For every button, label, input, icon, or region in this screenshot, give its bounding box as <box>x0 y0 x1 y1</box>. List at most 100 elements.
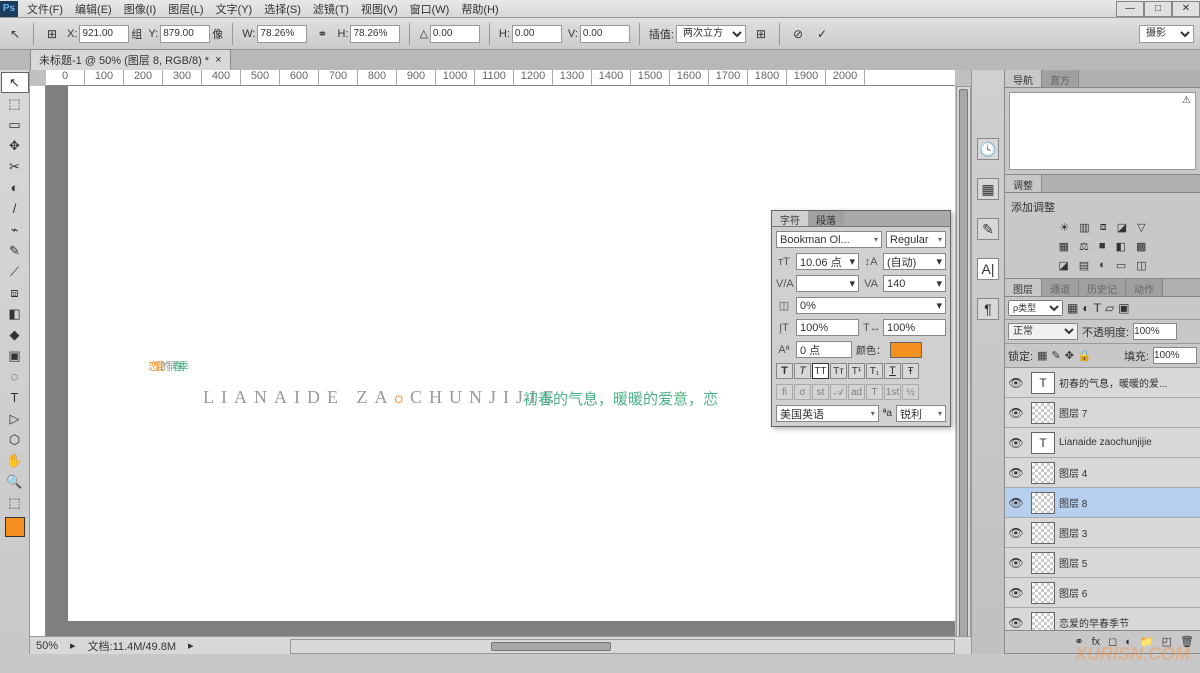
cancel-transform-icon[interactable]: ⊘ <box>789 25 807 43</box>
layer-filter-kind[interactable]: ρ类型 <box>1008 300 1063 316</box>
menu-window[interactable]: 窗口(W) <box>410 1 450 17</box>
font-family-select[interactable]: Bookman Ol...▾ <box>776 231 882 248</box>
brushes-panel-icon[interactable]: ✎ <box>977 218 999 240</box>
text-color-swatch[interactable] <box>890 342 922 358</box>
underline-button[interactable]: T <box>884 363 901 379</box>
superscript-button[interactable]: T¹ <box>848 363 865 379</box>
curves-icon[interactable]: ⧈ <box>1100 221 1107 234</box>
maximize-button[interactable]: □ <box>1144 1 1172 17</box>
threshold-icon[interactable]: ◐ <box>1099 259 1106 272</box>
zoom-tool[interactable]: 🔍 <box>1 471 29 492</box>
strike-button[interactable]: Ŧ <box>902 363 919 379</box>
history-panel-icon[interactable]: 🕓 <box>977 138 999 160</box>
lock-transparent-icon[interactable]: ▦ <box>1037 349 1047 362</box>
hskew-input[interactable] <box>512 25 562 43</box>
workspace-select[interactable]: 摄影 <box>1139 25 1194 43</box>
angle-input[interactable] <box>430 25 480 43</box>
visibility-icon[interactable]: 👁 <box>1005 526 1027 540</box>
layer-row[interactable]: 👁图层 6 <box>1005 578 1200 608</box>
smallcaps-button[interactable]: Tт <box>830 363 847 379</box>
commit-transform-icon[interactable]: ✓ <box>813 25 831 43</box>
menu-select[interactable]: 选择(S) <box>264 1 301 17</box>
italic-button[interactable]: T <box>794 363 811 379</box>
visibility-icon[interactable]: 👁 <box>1005 406 1027 420</box>
ligature-button[interactable]: fi <box>776 384 793 400</box>
visibility-icon[interactable]: 👁 <box>1005 556 1027 570</box>
brush-tool[interactable]: ⌁ <box>1 219 29 240</box>
shape-tool[interactable]: ⬡ <box>1 429 29 450</box>
char-panel-icon[interactable]: A| <box>977 258 999 280</box>
language-select[interactable]: 美国英语▾ <box>776 405 879 422</box>
close-button[interactable]: ✕ <box>1172 1 1200 17</box>
hue-icon[interactable]: ▦ <box>1059 240 1069 253</box>
lock-all-icon[interactable]: 🔒 <box>1078 349 1092 362</box>
antialias-select[interactable]: 锐利▾ <box>896 405 946 422</box>
dodge-tool[interactable]: ▣ <box>1 345 29 366</box>
visibility-icon[interactable]: 👁 <box>1005 436 1027 450</box>
warp-icon[interactable]: ⊞ <box>752 25 770 43</box>
menu-file[interactable]: 文件(F) <box>27 1 63 17</box>
filter-type-icon[interactable]: T <box>1094 301 1101 315</box>
paragraph-tab[interactable]: 段落 <box>808 211 844 226</box>
vscale-input[interactable]: 100% <box>796 319 859 336</box>
layer-row[interactable]: 👁图层 7 <box>1005 398 1200 428</box>
move-tool[interactable]: ↖ <box>1 72 29 93</box>
menu-edit[interactable]: 编辑(E) <box>75 1 112 17</box>
eraser-tool[interactable]: ⧈ <box>1 282 29 303</box>
crop-tool[interactable]: ✂ <box>1 156 29 177</box>
lasso-tool[interactable]: ▭ <box>1 114 29 135</box>
blend-mode-select[interactable]: 正常 <box>1008 323 1078 340</box>
x-input[interactable] <box>79 25 129 43</box>
swash-button[interactable]: 𝒜 <box>830 384 847 400</box>
vskew-input[interactable] <box>580 25 630 43</box>
ordinal-button[interactable]: 1st <box>884 384 901 400</box>
zoom-level[interactable]: 50% <box>36 640 58 652</box>
foreground-color-swatch[interactable] <box>5 517 25 537</box>
hscale-input[interactable]: 100% <box>883 319 946 336</box>
visibility-icon[interactable]: 👁 <box>1005 616 1027 630</box>
exposure-icon[interactable]: ◪ <box>1117 221 1127 234</box>
gradient-map-icon[interactable]: ▭ <box>1116 259 1126 272</box>
balance-icon[interactable]: ⚖ <box>1079 240 1089 253</box>
tracking-input[interactable]: 140▾ <box>883 275 946 292</box>
path-tool[interactable]: ▷ <box>1 408 29 429</box>
mixer-icon[interactable]: ▩ <box>1136 240 1146 253</box>
bold-button[interactable]: T <box>776 363 793 379</box>
type-tool[interactable]: T <box>1 387 29 408</box>
scale-input[interactable]: 0%▾ <box>796 297 946 314</box>
swatches-panel-icon[interactable]: ▦ <box>977 178 999 200</box>
font-size-input[interactable]: 10.06 点▾ <box>796 253 859 270</box>
char-tab[interactable]: 字符 <box>772 211 808 226</box>
discretionary-button[interactable]: st <box>812 384 829 400</box>
menu-type[interactable]: 文字(Y) <box>216 1 253 17</box>
ref-point-icon[interactable]: ⊞ <box>43 25 61 43</box>
contextual-button[interactable]: σ <box>794 384 811 400</box>
selective-icon[interactable]: ◫ <box>1136 259 1146 272</box>
blur-tool[interactable]: ◆ <box>1 324 29 345</box>
bw-icon[interactable]: ■ <box>1099 240 1106 253</box>
opacity-input[interactable] <box>1133 323 1177 340</box>
layer-row[interactable]: 👁图层 4 <box>1005 458 1200 488</box>
levels-icon[interactable]: ▥ <box>1079 221 1089 234</box>
menu-layer[interactable]: 图层(L) <box>168 1 203 17</box>
baseline-input[interactable]: 0 点 <box>796 341 852 358</box>
layer-row[interactable]: 👁图层 5 <box>1005 548 1200 578</box>
photo-filter-icon[interactable]: ◧ <box>1116 240 1126 253</box>
vibrance-icon[interactable]: ▽ <box>1137 221 1145 234</box>
wand-tool[interactable]: ✥ <box>1 135 29 156</box>
invert-icon[interactable]: ◪ <box>1058 259 1068 272</box>
fill-input[interactable] <box>1153 347 1197 364</box>
leading-input[interactable]: (自动)▾ <box>883 253 946 270</box>
canvas-vscroll[interactable] <box>956 86 971 638</box>
kerning-input[interactable]: ▾ <box>796 275 859 292</box>
visibility-icon[interactable]: 👁 <box>1005 586 1027 600</box>
hand-tool[interactable]: ✋ <box>1 450 29 471</box>
gradient-tool[interactable]: ◧ <box>1 303 29 324</box>
titling-button[interactable]: T <box>866 384 883 400</box>
character-panel[interactable]: 字符段落 Bookman Ol...▾ Regular▾ тT 10.06 点▾… <box>771 210 951 427</box>
pen-tool[interactable]: ◌ <box>1 366 29 387</box>
subscript-button[interactable]: T₁ <box>866 363 883 379</box>
visibility-icon[interactable]: 👁 <box>1005 376 1027 390</box>
w-input[interactable] <box>257 25 307 43</box>
font-style-select[interactable]: Regular▾ <box>886 231 946 248</box>
